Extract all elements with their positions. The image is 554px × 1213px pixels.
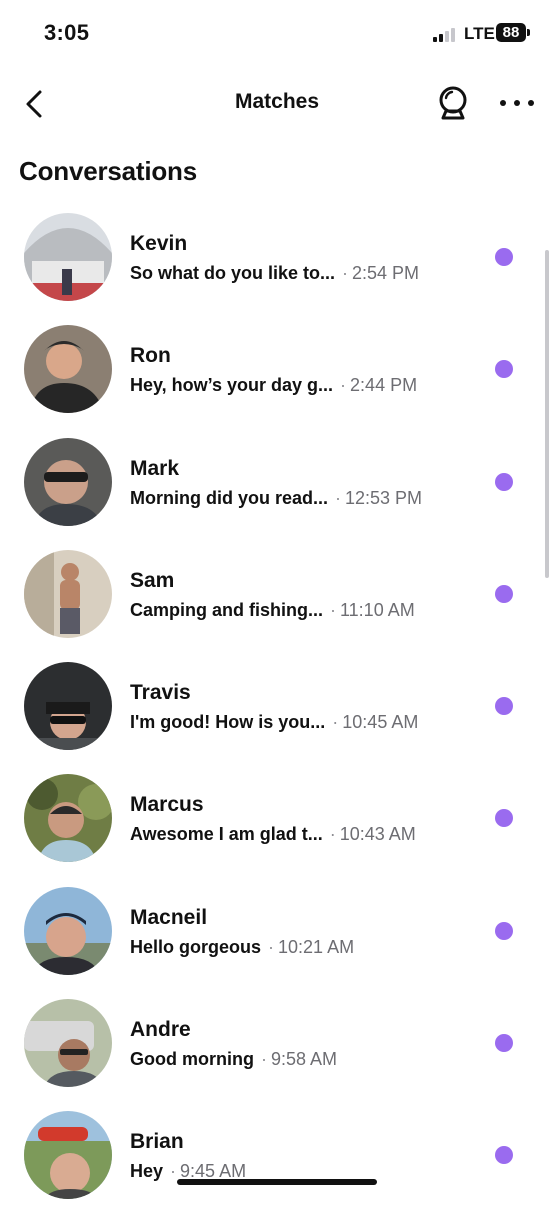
message-preview-line: Morning did you read... · 12:53 PM [130,487,423,508]
message-time: 10:21 AM [278,936,355,957]
message-preview: Morning did you read... [130,487,328,508]
more-options-icon[interactable] [500,90,534,116]
scrollbar[interactable] [545,250,549,578]
conversation-row[interactable]: Sam Camping and fishing... · 11:10 AM [0,539,554,651]
conversation-row[interactable]: Ron Hey, how’s your day g... · 2:44 PM [0,314,554,426]
message-preview-line: Good morning · 9:58 AM [130,1049,338,1070]
avatar [24,774,112,863]
crystal-ball-icon[interactable] [434,84,472,124]
message-time: 2:44 PM [350,375,418,396]
conversation-row[interactable]: Kevin So what do you like to... · 2:54 PM [0,202,554,314]
unread-dot-icon [495,248,513,266]
contact-name: Mark [130,456,180,480]
message-time: 2:54 PM [352,263,420,283]
avatar [24,999,112,1088]
message-time: 10:43 AM [339,824,416,845]
conversation-row[interactable]: Mark Morning did you read... · 12:53 PM [0,427,554,539]
conversation-list: Kevin So what do you like to... · 2:54 PM … [0,202,554,1213]
contact-name: Sam [130,568,175,592]
message-preview: I'm good! How is you... [130,712,326,733]
avatar [24,886,112,975]
message-preview: Awesome I am glad t... [130,824,323,845]
contact-name: Kevin [130,232,188,255]
avatar [24,662,112,751]
unread-dot-icon [495,809,513,828]
network-type: LTE [464,24,495,43]
section-title: Conversations [19,156,198,186]
message-preview-line: Camping and fishing... · 11:10 AM [130,599,415,620]
cellular-signal-icon [433,28,459,42]
conversation-row[interactable]: Andre Good morning · 9:58 AM [0,988,554,1100]
unread-dot-icon [495,921,513,940]
message-preview: So what do you like to... [130,263,336,283]
contact-name: Andre [130,1018,191,1042]
message-preview-line: Awesome I am glad t... · 10:43 AM [130,824,416,845]
message-preview-line: I'm good! How is you... · 10:45 AM [130,712,419,733]
unread-dot-icon [495,1034,513,1053]
message-preview: Hello gorgeous [130,936,262,957]
battery-icon: 88 [496,23,530,42]
conversation-row[interactable]: Brian Hey · 9:45 AM [0,1100,554,1212]
contact-name: Ron [130,344,171,368]
message-preview: Hey [130,1161,164,1182]
contact-name: Marcus [130,793,204,817]
message-preview: Hey, how’s your day g... [130,375,334,396]
message-time: 11:10 AM [340,599,415,620]
unread-dot-icon [495,472,513,491]
unread-dot-icon [495,584,513,603]
message-preview: Camping and fishing... [130,599,323,620]
status-time: 3:05 [44,20,90,45]
contact-name: Brian [130,1130,184,1154]
message-time: 9:58 AM [270,1049,338,1070]
status-bar: 3:05 LTE 88 [0,0,554,66]
nav-header: Matches [0,70,554,136]
unread-dot-icon [495,360,513,379]
message-time: 12:53 PM [345,487,423,508]
avatar [24,325,112,414]
conversation-row[interactable]: Macneil Hello gorgeous · 10:21 AM [0,876,554,988]
contact-name: Macneil [130,905,208,929]
message-preview-line: So what do you like to... · 2:54 PM [130,263,420,283]
avatar [24,213,112,301]
avatar [24,549,112,638]
unread-dot-icon [495,697,513,716]
message-time: 10:45 AM [342,712,419,733]
message-preview-line: Hey, how’s your day g... · 2:44 PM [130,375,418,396]
home-indicator[interactable] [177,1179,377,1185]
avatar [24,1111,112,1200]
unread-dot-icon [495,1146,513,1165]
contact-name: Travis [130,681,191,705]
conversation-row[interactable]: Marcus Awesome I am glad t... · 10:43 AM [0,763,554,875]
avatar [24,437,112,526]
message-preview: Good morning [130,1049,254,1070]
message-preview-line: Hello gorgeous · 10:21 AM [130,936,355,957]
conversation-row[interactable]: Travis I'm good! How is you... · 10:45 AM [0,651,554,763]
